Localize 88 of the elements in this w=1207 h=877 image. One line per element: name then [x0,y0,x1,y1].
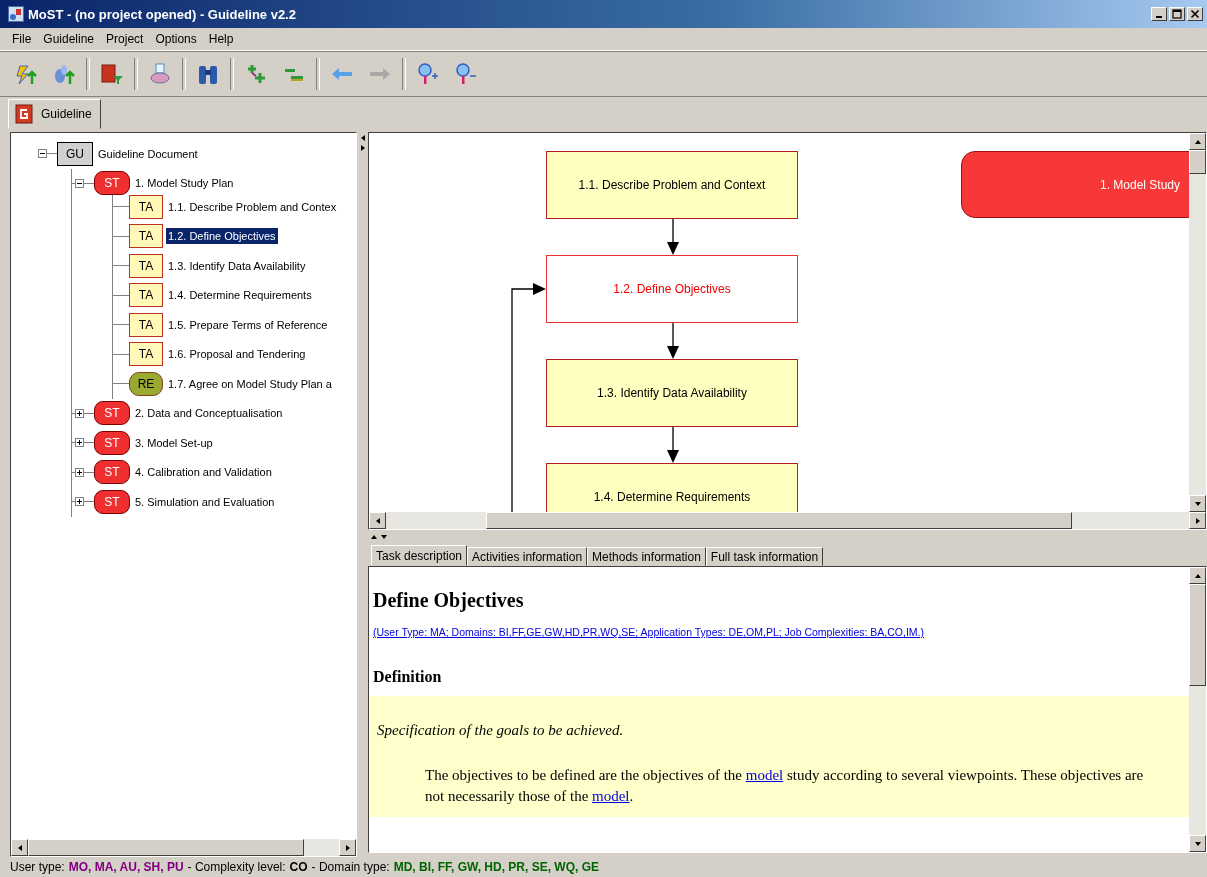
tree-item[interactable]: 1.1. Describe Problem and Contex [166,198,339,215]
node-type-badge: TA [129,312,163,337]
node-type-badge: TA [129,194,163,219]
summary-text: Specification of the goals to be achieved. [377,722,625,739]
status-text: User type: MO, MA, AU, SH, PU - Complexity level: CO - Domain type: MD, BI, FF, GW, HD, PR, SE, WQ, GE [9,859,600,876]
zoom-in-icon [416,62,440,86]
tree-item[interactable]: 2. Data and Conceptualisation [133,405,285,422]
tree-item[interactable]: 1.3. Identify Data Availability [166,257,308,274]
vertical-scrollbar[interactable] [1189,567,1206,852]
flow-arrow [667,218,679,255]
node-type-badge: TA [129,253,163,278]
down-arrow-icon [1193,499,1202,508]
window-title: MoST - (no project opened) - Guideline v2.2 [28,6,297,22]
node-type-badge: RE [129,371,163,396]
maximize-button[interactable] [1169,7,1185,21]
zoom-out-icon [454,62,478,86]
right-arrow-icon [343,843,352,852]
horizontal-scrollbar[interactable] [11,839,356,856]
node-type-badge: TA [129,224,163,249]
task-node[interactable]: 1.4. Determine Requirements [546,463,798,512]
dispenser-icon [148,62,172,86]
node-type-badge: ST [94,489,130,514]
text-link[interactable]: model [745,767,784,783]
tree-item[interactable]: 1. Model Study Plan [133,175,236,192]
metadata-link[interactable]: (User Type: MA; Domains: BI,FF,GE,GW,HD,PR,WQ,SE; Application Types: DE,OM,PL; Job Complexities: BA,CO,IM.) [373,626,1185,638]
node-type-badge: ST [94,460,130,485]
down-arrow-icon [380,533,388,541]
tree-item[interactable]: 1.2. Define Objectives [166,228,278,245]
collapse-toggle-icon[interactable] [75,178,84,188]
flow-arrow [667,322,679,359]
info-tab[interactable]: Task description [371,545,468,566]
app-icon [8,6,24,22]
task-title: Define Objectives [373,589,525,612]
tree-item[interactable]: 4. Calibration and Validation [133,464,274,481]
minimize-button[interactable] [1151,7,1167,21]
close-icon [1190,9,1200,19]
drops-arrow-icon [52,62,76,86]
right-arrow-icon [1193,516,1202,525]
task-node[interactable]: 1.2. Define Objectives [546,255,798,323]
collapse-toggle-icon[interactable] [38,149,47,159]
tree-item[interactable]: 5. Simulation and Evaluation [133,493,277,510]
stage-node[interactable]: 1. Model Study [961,151,1189,218]
scrollbar-thumb[interactable] [1189,150,1206,174]
section-heading: Definition [373,668,443,686]
menu-item[interactable]: Guideline [37,32,101,46]
tree-item[interactable]: 1.5. Prepare Terms of Reference [166,316,330,333]
tree-item[interactable]: Guideline Document [96,145,200,162]
task-node[interactable]: 1.3. Identify Data Availability [546,359,798,427]
text-link[interactable]: model [592,788,630,804]
tree-item[interactable]: 1.7. Agree on Model Study Plan a [166,375,334,392]
menu-item[interactable]: File [6,32,38,46]
menu-item[interactable]: Project [100,32,150,46]
book-filter-icon [100,62,124,86]
horizontal-scrollbar[interactable] [369,512,1206,529]
menu-item[interactable]: Options [149,32,203,46]
info-tab[interactable]: Activities information [467,547,588,566]
flow-arrow [667,426,679,463]
expand-toggle-icon[interactable] [75,438,84,448]
tree-item[interactable]: 1.6. Proposal and Tendering [166,346,308,363]
close-button[interactable] [1187,7,1203,21]
node-type-badge: ST [94,401,130,426]
menu-item[interactable]: Help [202,32,240,46]
body-paragraph: The objectives to be defined are the objectives of the model study according to several viewpoints. These objectives are not necessarily those of the model. [425,766,1145,806]
expand-toggle-icon[interactable] [75,408,84,418]
node-type-badge: TA [129,283,163,308]
lightning-arrow-icon [14,62,38,86]
info-tab[interactable]: Full task information [705,547,824,566]
expand-toggle-icon[interactable] [75,497,84,507]
task-node[interactable]: 1.1. Describe Problem and Context [546,151,798,219]
expand-toggle-icon[interactable] [75,467,84,477]
up-arrow-icon [370,533,378,541]
down-arrow-icon [1193,839,1202,848]
scrollbar-thumb[interactable] [1189,584,1206,686]
tree-item[interactable]: 3. Model Set-up [133,434,215,451]
node-type-badge: GU [57,141,93,166]
node-type-badge: ST [94,171,130,196]
scrollbar-thumb[interactable] [486,512,1072,529]
guideline-book-icon [15,104,33,124]
node-type-badge: ST [94,430,130,455]
node-type-badge: TA [129,342,163,367]
right-arrow-icon [358,144,367,152]
scrollbar-thumb[interactable] [28,839,304,856]
document-tab[interactable]: Guideline [8,99,101,129]
minimize-icon [1156,16,1162,18]
tree-item[interactable]: 1.4. Determine Requirements [166,287,314,304]
info-tab[interactable]: Methods information [587,547,706,566]
maximize-icon [1172,9,1182,19]
vertical-scrollbar[interactable] [1189,133,1206,512]
